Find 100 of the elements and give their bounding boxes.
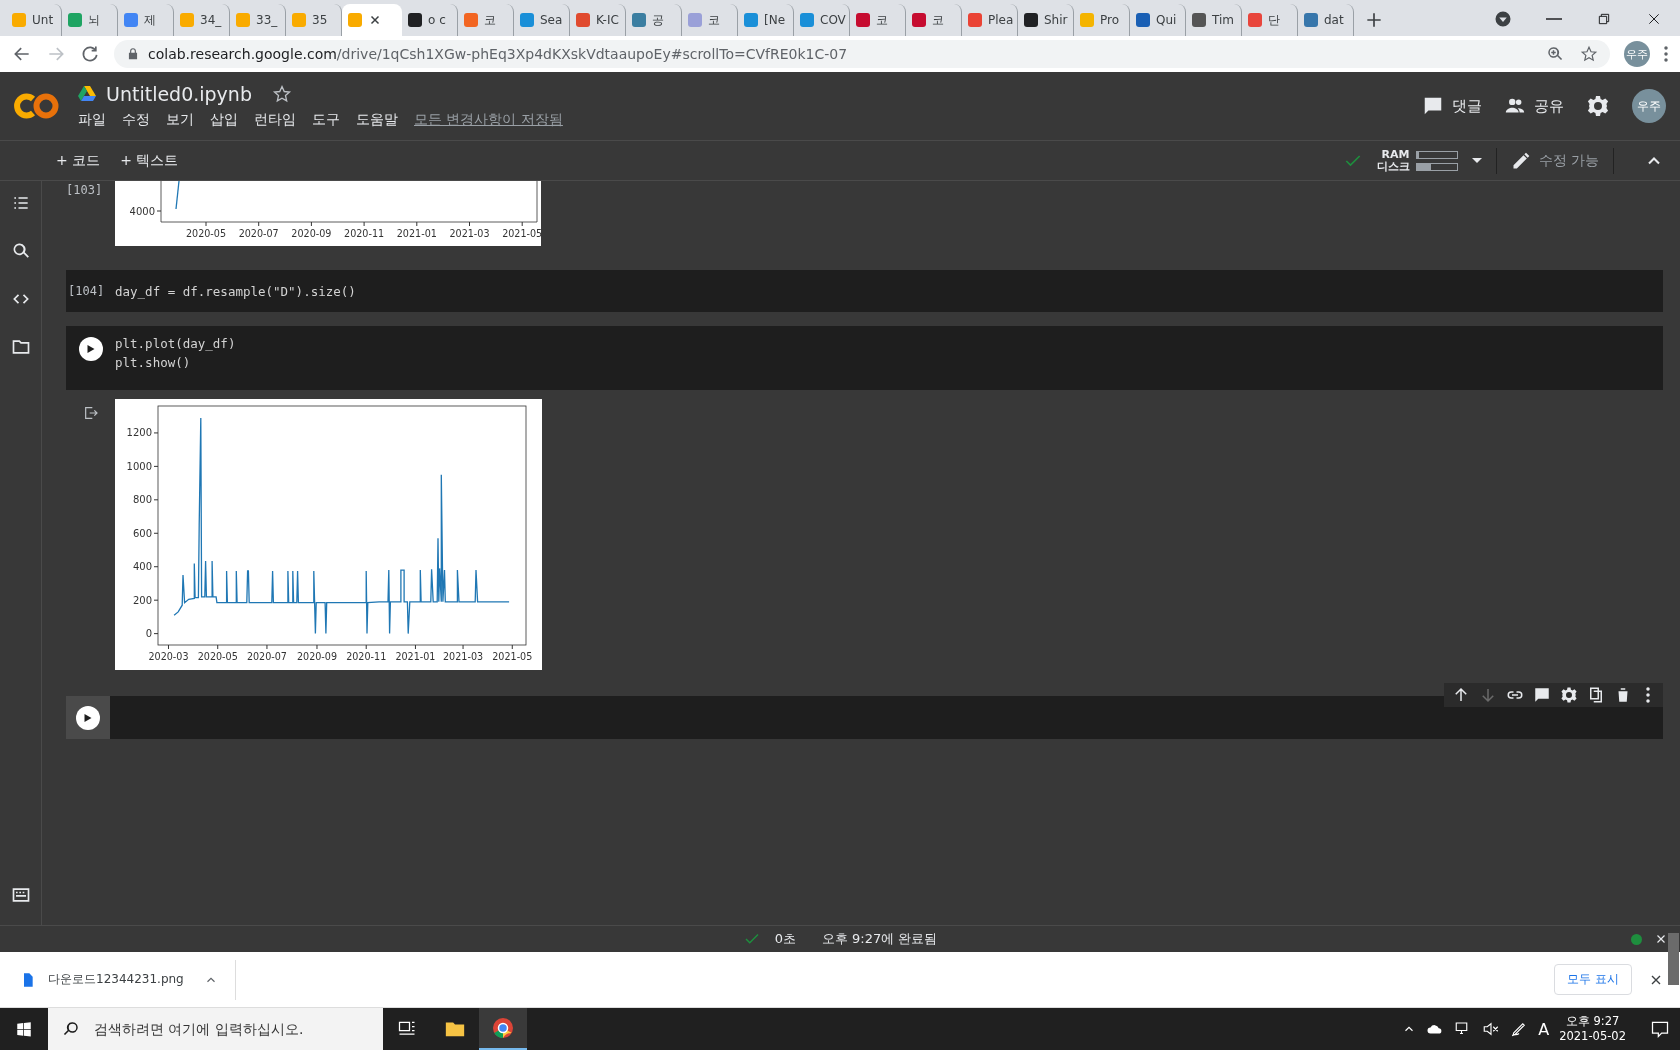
show-all-button[interactable]: 모두 표시 <box>1554 964 1632 995</box>
tab-title: 34_ <box>200 13 222 27</box>
browser-icon[interactable] <box>492 1017 514 1039</box>
execution-count: [103] <box>66 182 104 199</box>
menu-item[interactable]: 삽입 <box>210 111 238 129</box>
taskbar-search-field[interactable]: 검색하려면 여기에 입력하십시오. <box>48 1008 383 1050</box>
address-bar[interactable]: colab.research.google.com/drive/1qCsh1XGw-phEq3Xp4dKXskVdtaaupoEy#scrollTo=CVfRE0k1C-07 <box>114 40 1610 68</box>
menu-item[interactable]: 도움말 <box>356 111 398 129</box>
notebook-title[interactable]: Untitled0.ipynb <box>106 83 252 105</box>
tab-title: 코 <box>876 11 888 29</box>
input-language-indicator[interactable]: A <box>1538 1019 1550 1039</box>
close-icon <box>368 13 382 27</box>
x-tick-label: 2020-07 <box>246 651 287 662</box>
terminal-icon <box>10 885 31 905</box>
download-filename[interactable]: 다운로드12344231.png <box>48 971 184 988</box>
x-tick-label: 2020-11 <box>344 228 385 239</box>
tab-title: Unt <box>32 13 54 27</box>
add-text-button[interactable]: + 텍스트 <box>120 151 179 170</box>
tab-title: 제 <box>144 11 156 29</box>
scrollbar-thumb[interactable] <box>1668 933 1679 985</box>
edit-mode-button[interactable]: 수정 가능 <box>1510 150 1599 171</box>
tab-title: Plea <box>988 13 1014 27</box>
y-tick-label: 1200 <box>126 427 152 439</box>
x-tick-label: 2020-09 <box>291 228 332 239</box>
lock-icon <box>126 47 140 61</box>
add-code-button[interactable]: + 코드 <box>56 151 101 170</box>
dropdown-icon <box>1471 158 1482 163</box>
y-tick-label: 0 <box>145 628 152 640</box>
comment-icon <box>1533 686 1551 704</box>
x-tick-label: 2020-11 <box>346 651 387 662</box>
restore-icon <box>1596 11 1612 27</box>
minimize-icon <box>1546 18 1562 20</box>
tab-title: Pro <box>1100 13 1120 27</box>
more-icon <box>1664 46 1668 62</box>
tab-title: 35 <box>312 13 328 27</box>
tab-search-icon <box>1494 10 1512 28</box>
share-button[interactable]: 공유 <box>1504 95 1564 117</box>
menu-item[interactable]: 런타임 <box>254 111 296 129</box>
completion-status: 오후 9:27에 완료됨 <box>821 930 938 948</box>
x-tick-label: 2021-01 <box>396 228 437 239</box>
tab-title: COV <box>820 13 846 27</box>
tab-title: 뇌 <box>88 11 100 29</box>
play-icon <box>86 345 95 353</box>
x-tick-label: 2021-05 <box>502 228 541 239</box>
tab-title: Tim <box>1212 13 1234 27</box>
code-line: plt.show() <box>115 355 192 370</box>
x-tick-label: 2020-05 <box>185 228 227 239</box>
resource-meter[interactable]: RAM 디스크 <box>1376 148 1458 173</box>
y-tick-label: 600 <box>132 527 152 539</box>
y-tick-label: 4000 <box>129 206 155 217</box>
x-tick-label: 2020-05 <box>197 651 238 662</box>
tab-title: 코 <box>708 11 720 29</box>
tab-title: 단 <box>1268 11 1280 29</box>
x-tick-label: 2020-03 <box>148 651 189 662</box>
mirror-icon <box>1587 686 1605 704</box>
output-icon <box>82 405 99 421</box>
x-tick-label: 2021-05 <box>492 651 533 662</box>
connection-dot <box>1631 933 1642 945</box>
folder-icon <box>10 337 31 357</box>
menu-item[interactable]: 보기 <box>166 111 194 129</box>
notification-icon <box>1650 1019 1670 1039</box>
x-tick-label: 2021-01 <box>395 651 436 662</box>
start-icon <box>15 1020 33 1038</box>
drive-icon <box>78 86 96 102</box>
menu-item[interactable]: 파일 <box>78 111 106 129</box>
more-icon <box>1646 687 1650 703</box>
move-up-icon <box>1452 686 1470 704</box>
star-icon <box>272 84 292 104</box>
y-tick-label: 800 <box>132 494 152 506</box>
ram-label: RAM <box>1380 148 1410 161</box>
comment-button[interactable]: 댓글 <box>1422 95 1482 117</box>
url-text: colab.research.google.com/drive/1qCsh1XGw-phEq3Xp4dKXskVdtaaupoEy#scrollTo=CVfRE0k1C-07 <box>148 46 848 62</box>
data-line <box>175 181 180 210</box>
tab-title: 공 <box>652 11 664 29</box>
y-tick-label: 1000 <box>126 460 152 472</box>
run-button[interactable] <box>78 337 103 361</box>
code-line: day_df = df.resample("D").size() <box>115 283 356 299</box>
tab-title: [Ne <box>764 13 786 27</box>
tab-title: Qui <box>1156 13 1177 27</box>
menu-item[interactable]: 수정 <box>122 111 150 129</box>
y-tick-label: 200 <box>132 594 152 606</box>
tab-title: Sea <box>540 13 563 27</box>
disk-label: 디스크 <box>1376 160 1410 173</box>
close-icon <box>1646 11 1662 27</box>
x-tick-label: 2020-07 <box>238 228 279 239</box>
settings-icon <box>1560 686 1578 704</box>
reload-icon <box>80 44 100 64</box>
tab-title: K-IC <box>596 13 619 27</box>
run-button[interactable] <box>76 705 100 730</box>
settings-icon <box>1586 94 1610 118</box>
y-tick-label: 400 <box>132 561 152 573</box>
menu-item[interactable]: 도구 <box>312 111 340 129</box>
save-status-link[interactable]: 모든 변경사항이 저장됨 <box>414 111 563 129</box>
tab-title: 코 <box>932 11 944 29</box>
tab-title: o c <box>428 13 446 27</box>
taskbar-clock[interactable]: 오후 9:27 2021-05-02 <box>1559 1014 1626 1044</box>
play-icon <box>84 713 92 722</box>
tab-title: 33_ <box>256 13 278 27</box>
x-tick-label: 2021-03 <box>449 228 490 239</box>
tab-title: dat <box>1324 13 1344 27</box>
